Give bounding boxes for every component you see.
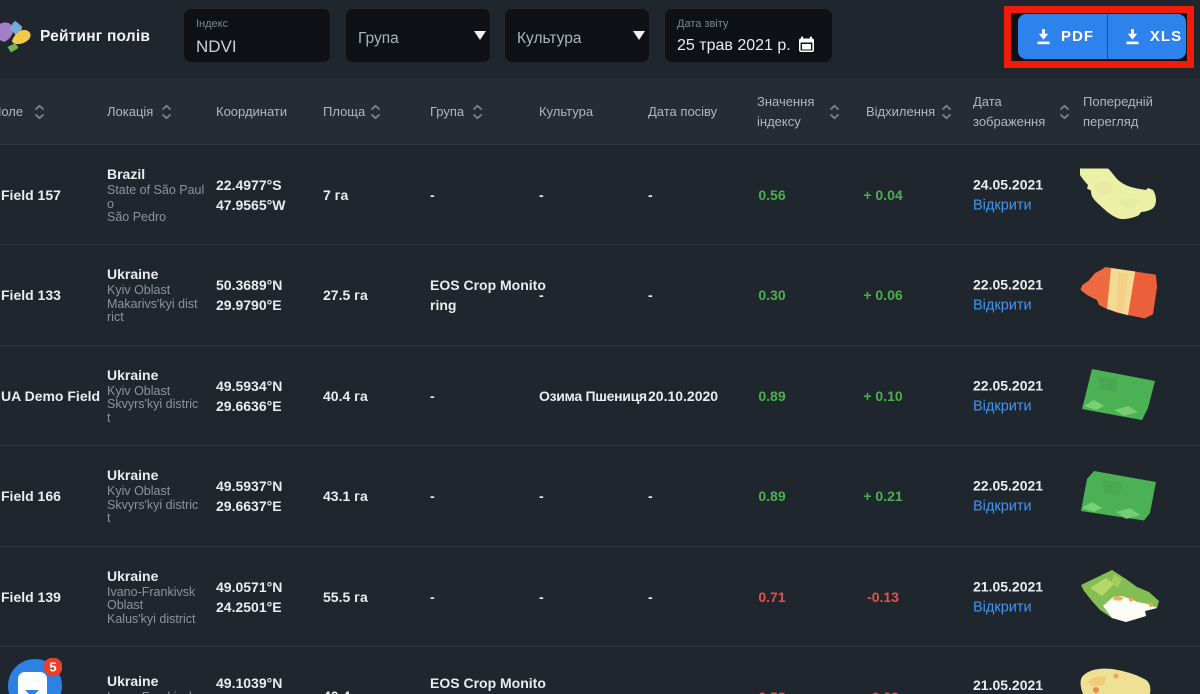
svg-text:5: 5: [49, 660, 56, 675]
